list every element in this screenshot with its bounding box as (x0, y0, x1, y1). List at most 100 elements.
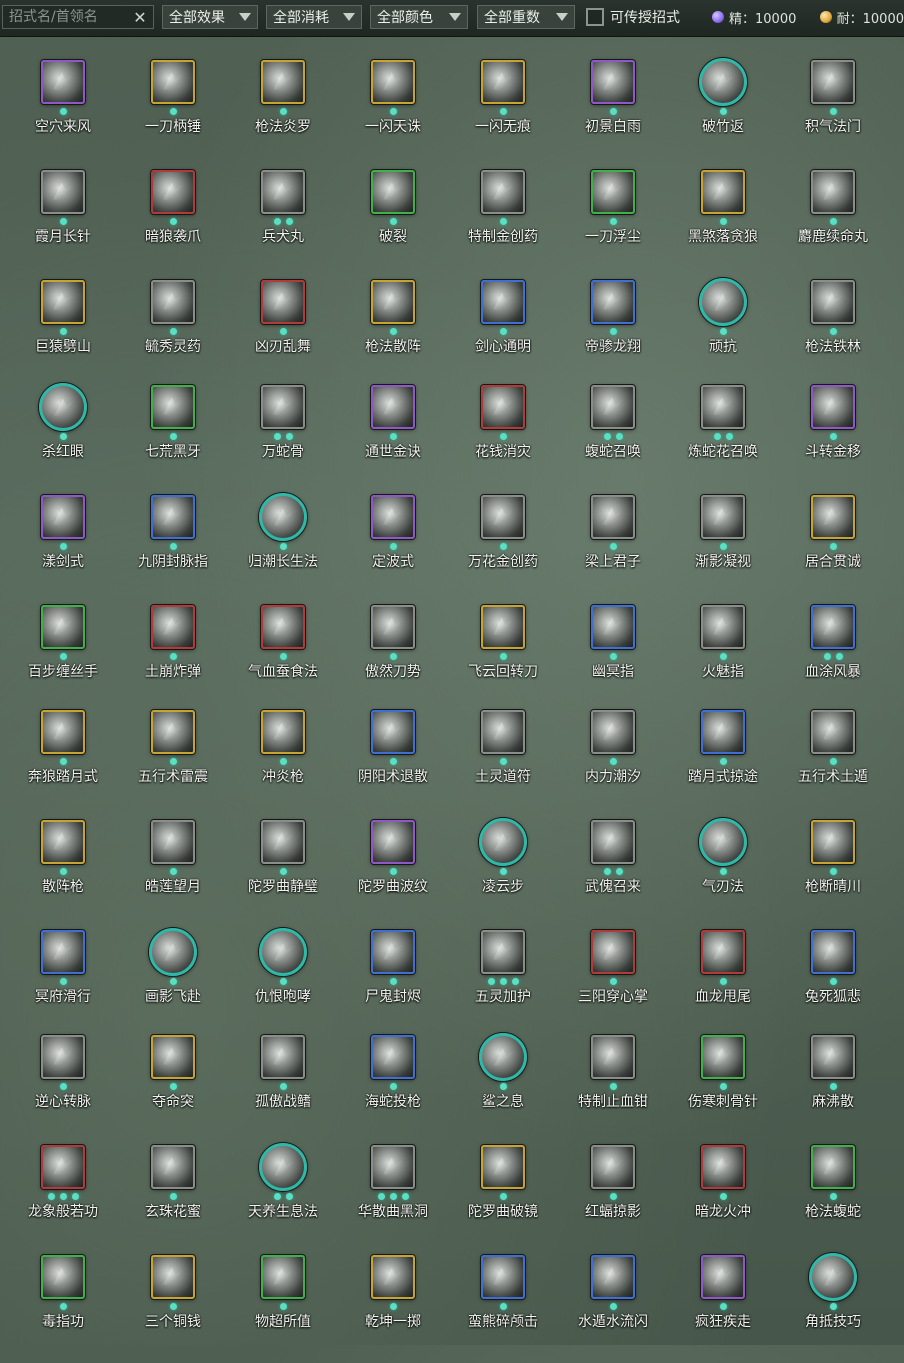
skill-icon[interactable] (701, 930, 745, 974)
skill-card[interactable]: 斗转金移 (778, 383, 888, 493)
skill-icon[interactable] (149, 928, 197, 976)
skill-card[interactable]: 孤傲战鳍 (228, 1033, 338, 1143)
skill-card[interactable]: 枪断晴川 (778, 818, 888, 928)
skill-card[interactable]: 水遁水流闪 (558, 1253, 668, 1363)
skill-card[interactable]: 血涂风暴 (778, 603, 888, 713)
skill-card[interactable]: 黑煞落贪狼 (668, 168, 778, 278)
skill-icon[interactable] (811, 280, 855, 324)
skill-icon[interactable] (811, 820, 855, 864)
skill-card[interactable]: 陀罗曲静璧 (228, 818, 338, 928)
skill-icon[interactable] (151, 170, 195, 214)
skill-icon[interactable] (371, 60, 415, 104)
skill-icon[interactable] (259, 493, 307, 541)
skill-card[interactable]: 通世金诀 (338, 383, 448, 493)
skill-card[interactable]: 特制止血钳 (558, 1033, 668, 1143)
skill-icon[interactable] (41, 605, 85, 649)
skill-icon[interactable] (811, 605, 855, 649)
skill-card[interactable]: 帝骖龙翔 (558, 278, 668, 388)
skill-card[interactable]: 角抵技巧 (778, 1253, 888, 1363)
skill-icon[interactable] (811, 60, 855, 104)
skill-icon[interactable] (151, 1255, 195, 1299)
skill-card[interactable]: 一刀浮尘 (558, 168, 668, 278)
skill-card[interactable]: 杀红眼 (8, 383, 118, 493)
skill-icon[interactable] (699, 818, 747, 866)
skill-card[interactable]: 冥府滑行 (8, 928, 118, 1038)
skill-card[interactable]: 积气法门 (778, 58, 888, 168)
skill-card[interactable]: 空穴来风 (8, 58, 118, 168)
skill-icon[interactable] (151, 1035, 195, 1079)
skill-icon[interactable] (479, 1033, 527, 1081)
skill-icon[interactable] (481, 495, 525, 539)
skill-card[interactable]: 夺命突 (118, 1033, 228, 1143)
skill-icon[interactable] (371, 280, 415, 324)
skill-icon[interactable] (701, 385, 745, 429)
skill-icon[interactable] (481, 60, 525, 104)
skill-icon[interactable] (371, 1145, 415, 1189)
skill-icon[interactable] (41, 1145, 85, 1189)
skill-icon[interactable] (811, 1145, 855, 1189)
skill-card[interactable]: 归潮长生法 (228, 493, 338, 603)
skill-icon[interactable] (371, 495, 415, 539)
skill-icon[interactable] (591, 385, 635, 429)
skill-card[interactable]: 枪法铁林 (778, 278, 888, 388)
skill-icon[interactable] (41, 60, 85, 104)
skill-card[interactable]: 武傀召来 (558, 818, 668, 928)
skill-card[interactable]: 疯狂疾走 (668, 1253, 778, 1363)
skill-icon[interactable] (41, 495, 85, 539)
skill-icon[interactable] (591, 605, 635, 649)
skill-card[interactable]: 万花金创药 (448, 493, 558, 603)
skill-icon[interactable] (701, 1035, 745, 1079)
skill-icon[interactable] (261, 385, 305, 429)
skill-card[interactable]: 凶刃乱舞 (228, 278, 338, 388)
skill-card[interactable]: 炼蛇花召唤 (668, 383, 778, 493)
skill-card[interactable]: 气血蚕食法 (228, 603, 338, 713)
skill-icon[interactable] (811, 930, 855, 974)
skill-icon[interactable] (701, 710, 745, 754)
skill-card[interactable]: 居合贯诚 (778, 493, 888, 603)
skill-card[interactable]: 蝮蛇召唤 (558, 383, 668, 493)
skill-card[interactable]: 渐影凝视 (668, 493, 778, 603)
skill-icon[interactable] (811, 495, 855, 539)
skill-icon[interactable] (41, 1255, 85, 1299)
skill-card[interactable]: 蛮熊碎颅击 (448, 1253, 558, 1363)
skill-card[interactable]: 毒指功 (8, 1253, 118, 1363)
skill-card[interactable]: 气刃法 (668, 818, 778, 928)
skill-card[interactable]: 内力潮汐 (558, 708, 668, 818)
skill-card[interactable]: 暗龙火冲 (668, 1143, 778, 1253)
skill-card[interactable]: 麻沸散 (778, 1033, 888, 1143)
skill-card[interactable]: 枪法散阵 (338, 278, 448, 388)
skill-icon[interactable] (151, 280, 195, 324)
skill-card[interactable]: 龙象般若功 (8, 1143, 118, 1253)
skill-card[interactable]: 漾剑式 (8, 493, 118, 603)
skill-icon[interactable] (39, 383, 87, 431)
skill-icon[interactable] (261, 170, 305, 214)
skill-card[interactable]: 兵犬丸 (228, 168, 338, 278)
skill-card[interactable]: 霞月长针 (8, 168, 118, 278)
skill-card[interactable]: 九阴封脉指 (118, 493, 228, 603)
skill-icon[interactable] (481, 1145, 525, 1189)
skill-icon[interactable] (41, 280, 85, 324)
skill-card[interactable]: 暗狼袭爪 (118, 168, 228, 278)
skill-icon[interactable] (371, 1035, 415, 1079)
skill-card[interactable]: 红蝠掠影 (558, 1143, 668, 1253)
skill-card[interactable]: 三阳穿心掌 (558, 928, 668, 1038)
skill-card[interactable]: 兔死狐悲 (778, 928, 888, 1038)
skill-card[interactable]: 血龙甩尾 (668, 928, 778, 1038)
skill-card[interactable]: 奔狼踏月式 (8, 708, 118, 818)
skill-icon[interactable] (701, 495, 745, 539)
skill-icon[interactable] (371, 820, 415, 864)
skill-card[interactable]: 破裂 (338, 168, 448, 278)
skill-icon[interactable] (151, 820, 195, 864)
skill-card[interactable]: 玄珠花蜜 (118, 1143, 228, 1253)
skill-icon[interactable] (699, 58, 747, 106)
skill-card[interactable]: 麝鹿续命丸 (778, 168, 888, 278)
skill-card[interactable]: 飞云回转刀 (448, 603, 558, 713)
skill-card[interactable]: 梁上君子 (558, 493, 668, 603)
skill-card[interactable]: 初景白雨 (558, 58, 668, 168)
skill-card[interactable]: 五行术土遁 (778, 708, 888, 818)
skill-icon[interactable] (481, 385, 525, 429)
skill-icon[interactable] (261, 710, 305, 754)
skill-card[interactable]: 陀罗曲破镜 (448, 1143, 558, 1253)
skill-card[interactable]: 鲨之息 (448, 1033, 558, 1143)
skill-icon[interactable] (591, 820, 635, 864)
